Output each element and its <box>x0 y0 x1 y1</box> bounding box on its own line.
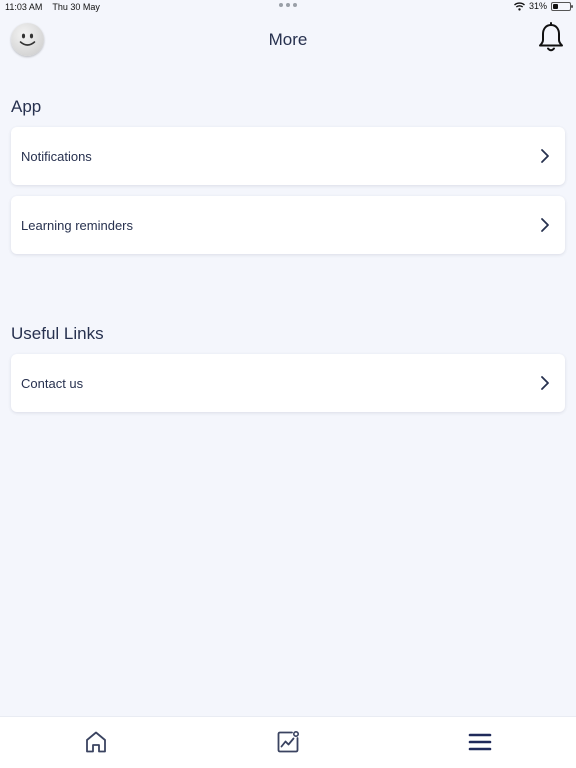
progress-chart-icon[interactable] <box>275 729 301 755</box>
battery-percent: 31% <box>528 1 547 11</box>
notifications-label: Notifications <box>21 148 92 164</box>
battery-level <box>553 3 558 9</box>
status-bar: 11:03 AM Thu 30 May 31% <box>0 0 576 16</box>
home-icon[interactable] <box>83 729 109 755</box>
contact-us-label: Contact us <box>21 375 84 391</box>
bell-icon[interactable] <box>537 22 565 54</box>
battery-icon <box>551 1 573 11</box>
status-right: 31% <box>514 1 573 11</box>
menu-icon[interactable] <box>467 729 493 755</box>
status-left: 11:03 AM Thu 30 May <box>5 2 100 12</box>
status-date: Thu 30 May <box>52 2 100 12</box>
section-title-app: App <box>11 97 42 116</box>
header: More <box>0 16 576 64</box>
status-time: 11:03 AM <box>5 2 43 12</box>
learning-reminders-row[interactable]: Learning reminders <box>11 196 565 254</box>
tab-bar <box>0 716 576 768</box>
chevron-right-icon <box>541 376 549 390</box>
page-title: More <box>268 30 308 49</box>
notifications-row[interactable]: Notifications <box>11 127 565 185</box>
chevron-right-icon <box>541 218 549 232</box>
section-title-useful-links: Useful Links <box>11 324 104 343</box>
learning-reminders-label: Learning reminders <box>21 217 134 233</box>
more-screen: 11:03 AM Thu 30 May 31% More App Notific… <box>0 0 576 768</box>
contact-us-row[interactable]: Contact us <box>11 354 565 412</box>
wifi-icon <box>514 1 525 11</box>
multitasking-dots-icon[interactable] <box>279 3 297 7</box>
chevron-right-icon <box>541 149 549 163</box>
